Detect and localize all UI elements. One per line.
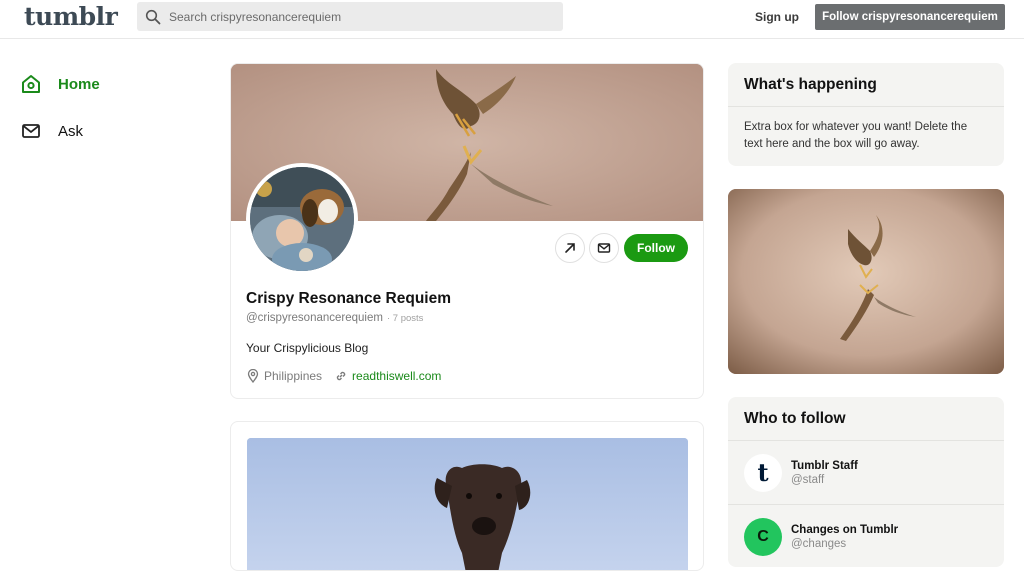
top-bar: tumblr Sign up Follow crispyresonancereq…	[0, 0, 1024, 39]
blog-title: Crispy Resonance Requiem	[246, 290, 452, 307]
blog-link[interactable]: readthiswell.com	[352, 369, 441, 383]
message-button[interactable]	[589, 233, 619, 263]
suggestion-name: Tumblr Staff	[791, 459, 858, 472]
blog-handle-row: @crispyresonancerequiem · 7 posts	[246, 312, 423, 324]
home-icon	[22, 75, 40, 93]
search-bar[interactable]	[137, 2, 563, 31]
share-button[interactable]	[555, 233, 585, 263]
follow-suggestion[interactable]: t Tumblr Staff @staff	[728, 441, 1004, 505]
suggestion-text: Tumblr Staff @staff	[791, 460, 858, 486]
follow-suggestion[interactable]: C Changes on Tumblr @changes	[728, 505, 1004, 567]
tumblr-staff-avatar: t	[744, 453, 782, 492]
whats-happening-text: Extra box for whatever you want! Delete …	[744, 121, 968, 150]
suggestion-handle: @changes	[791, 537, 847, 550]
profile-card: Follow Crispy Resonance Requiem @crispyr…	[230, 63, 704, 399]
suggestion-name: Changes on Tumblr	[791, 523, 899, 536]
who-to-follow-title: Who to follow	[728, 397, 1004, 441]
search-input[interactable]	[169, 9, 549, 24]
search-icon	[145, 9, 161, 24]
nav-home-label: Home	[58, 75, 100, 93]
follow-blog-button[interactable]: Follow crispyresonancerequiem	[815, 4, 1005, 30]
arrow-up-right-icon	[565, 243, 575, 253]
nav-item-ask[interactable]: Ask	[20, 119, 180, 143]
blog-description: Your Crispylicious Blog	[246, 341, 369, 355]
left-nav: Home Ask	[20, 72, 180, 166]
mail-icon	[597, 243, 611, 253]
tumblr-logo[interactable]: tumblr	[24, 2, 118, 31]
suggestion-handle: @staff	[791, 473, 825, 486]
whats-happening-box: What's happening Extra box for whatever …	[728, 63, 1004, 166]
location-pin-icon	[247, 369, 259, 383]
nav-ask-label: Ask	[58, 122, 84, 140]
post-count: · 7 posts	[386, 313, 424, 324]
sidebar-image[interactable]	[728, 189, 1004, 374]
avatar-image	[250, 167, 354, 271]
who-to-follow-box: Who to follow t Tumblr Staff @staff C Ch…	[728, 397, 1004, 567]
post-card	[230, 421, 704, 571]
link-icon	[336, 371, 346, 381]
whats-happening-title: What's happening	[728, 63, 1004, 107]
changes-avatar: C	[744, 517, 782, 556]
post-image[interactable]	[247, 438, 688, 570]
follow-button[interactable]: Follow	[624, 234, 688, 262]
blog-avatar[interactable]	[246, 163, 358, 275]
blog-meta: Philippines readthiswell.com	[246, 369, 441, 383]
signup-button[interactable]: Sign up	[749, 7, 805, 27]
nav-item-home[interactable]: Home	[20, 72, 180, 96]
sidebar-image-art	[728, 189, 1004, 374]
blog-handle: @crispyresonancerequiem	[246, 312, 383, 324]
blog-location: Philippines	[264, 369, 323, 383]
suggestion-text: Changes on Tumblr @changes	[791, 524, 898, 550]
post-image-art	[247, 438, 688, 570]
mail-icon	[22, 124, 40, 138]
